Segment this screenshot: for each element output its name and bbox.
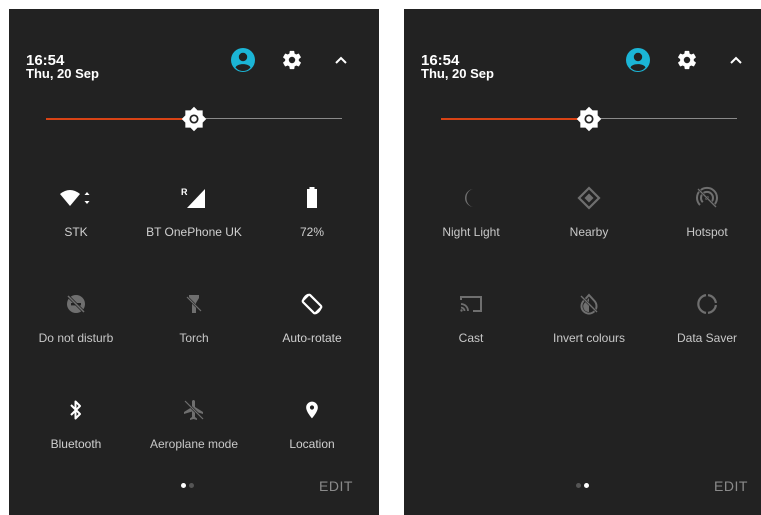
tile-label: Do not disturb	[38, 331, 114, 345]
brightness-track-fill	[441, 118, 589, 120]
location-pin-icon	[294, 392, 330, 428]
bluetooth-icon	[58, 392, 94, 428]
account-icon[interactable]	[230, 47, 256, 73]
page-indicator	[180, 482, 200, 490]
tile-label: Invert colours	[552, 331, 626, 345]
tile-label: Aeroplane mode	[149, 437, 239, 451]
tile-label: Hotspot	[686, 225, 728, 239]
page-indicator	[575, 482, 595, 490]
brightness-slider[interactable]	[46, 106, 342, 132]
tile-data-saver[interactable]: Data Saver	[648, 286, 761, 356]
tile-battery[interactable]: 72%	[253, 180, 371, 250]
chevron-up-icon[interactable]	[723, 47, 749, 73]
cast-icon	[453, 286, 489, 322]
tile-label: STK	[64, 225, 88, 239]
settings-gear-icon[interactable]	[674, 47, 700, 73]
quick-settings-panel-page-1: 16:54 Thu, 20 Sep STK R BT OnePhone UK 7…	[9, 9, 379, 515]
brightness-slider[interactable]	[441, 106, 737, 132]
brightness-sun-icon[interactable]	[181, 106, 207, 132]
tile-auto-rotate[interactable]: Auto-rotate	[253, 286, 371, 356]
tile-aeroplane-mode[interactable]: Aeroplane mode	[135, 392, 253, 462]
brightness-track	[194, 118, 342, 119]
edit-button[interactable]: EDIT	[714, 478, 748, 494]
tile-mobile-network[interactable]: R BT OnePhone UK	[135, 180, 253, 250]
clock-date: Thu, 20 Sep	[421, 66, 494, 81]
svg-text:R: R	[181, 187, 188, 197]
tile-night-light[interactable]: Night Light	[412, 180, 530, 250]
clock-date: Thu, 20 Sep	[26, 66, 99, 81]
battery-icon	[294, 180, 330, 216]
tile-nearby[interactable]: Nearby	[530, 180, 648, 250]
account-icon[interactable]	[625, 47, 651, 73]
wifi-icon	[58, 180, 94, 216]
night-light-moon-icon	[453, 180, 489, 216]
do-not-disturb-off-icon	[58, 286, 94, 322]
chevron-up-icon[interactable]	[328, 47, 354, 73]
invert-colours-off-icon	[571, 286, 607, 322]
brightness-track-fill	[46, 118, 194, 120]
tile-invert-colours[interactable]: Invert colours	[530, 286, 648, 356]
tile-hotspot[interactable]: Hotspot	[648, 180, 761, 250]
tile-label: Cast	[458, 331, 484, 345]
page-dot-active	[181, 483, 186, 488]
screen-rotation-icon	[294, 286, 330, 322]
page-dot-active	[584, 483, 589, 488]
tile-label: Night Light	[442, 225, 500, 239]
page-dot	[189, 483, 194, 488]
brightness-sun-icon[interactable]	[576, 106, 602, 132]
data-saver-icon	[689, 286, 725, 322]
tile-label: Nearby	[569, 225, 609, 239]
tile-do-not-disturb[interactable]: Do not disturb	[17, 286, 135, 356]
tile-label: Torch	[179, 331, 209, 345]
tile-wifi[interactable]: STK	[17, 180, 135, 250]
tile-location[interactable]: Location	[253, 392, 371, 462]
tile-label: Data Saver	[676, 331, 738, 345]
tile-label: Auto-rotate	[282, 331, 342, 345]
tile-bluetooth[interactable]: Bluetooth	[17, 392, 135, 462]
tile-label: Location	[289, 437, 335, 451]
nearby-diamond-icon	[571, 180, 607, 216]
tile-label: 72%	[299, 225, 325, 239]
settings-gear-icon[interactable]	[279, 47, 305, 73]
hotspot-off-icon	[689, 180, 725, 216]
airplane-off-icon	[176, 392, 212, 428]
tile-label: BT OnePhone UK	[146, 225, 242, 239]
quick-settings-panel-page-2: 16:54 Thu, 20 Sep Night Light Nearby Hot…	[404, 9, 761, 515]
cell-signal-roaming-icon: R	[176, 180, 212, 216]
edit-button[interactable]: EDIT	[319, 478, 353, 494]
tile-torch[interactable]: Torch	[135, 286, 253, 356]
brightness-track	[589, 118, 737, 119]
flashlight-off-icon	[176, 286, 212, 322]
page-dot	[576, 483, 581, 488]
tile-cast[interactable]: Cast	[412, 286, 530, 356]
tile-label: Bluetooth	[50, 437, 102, 451]
